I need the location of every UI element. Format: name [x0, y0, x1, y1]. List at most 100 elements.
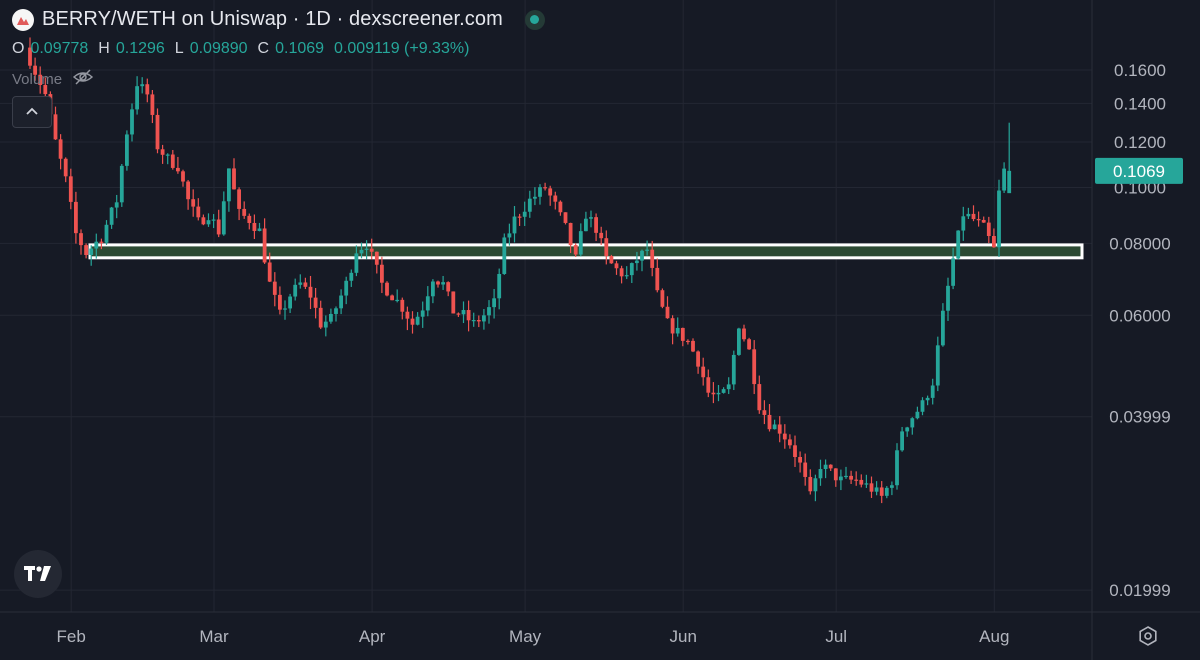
open-value: 0.09778	[30, 40, 89, 57]
candle-body	[706, 377, 711, 393]
candle-body	[640, 250, 644, 261]
candle-body	[313, 297, 318, 308]
candle-body	[104, 224, 109, 243]
candle-body	[165, 154, 170, 156]
candle-body	[420, 310, 425, 317]
candle-body	[84, 245, 88, 255]
candle-body	[976, 219, 981, 221]
x-tick-label: Apr	[359, 627, 386, 646]
candle	[451, 291, 456, 314]
candle-body	[879, 487, 884, 496]
candle-body	[558, 201, 563, 213]
candle-body	[981, 219, 986, 223]
candle-body	[257, 228, 262, 231]
volume-label: Volume	[12, 70, 63, 88]
candle-body	[446, 282, 451, 292]
candle-body	[895, 450, 899, 486]
candle-body	[731, 354, 736, 385]
candle-body	[527, 198, 532, 212]
candle-body	[130, 109, 134, 135]
candle-body	[833, 468, 838, 481]
candle-body	[114, 202, 119, 208]
y-tick-label: 0.1400	[1114, 94, 1166, 113]
candle-body	[680, 327, 685, 341]
candle-body	[788, 439, 792, 446]
candle-body	[992, 236, 996, 248]
candle-body	[568, 222, 573, 246]
candle-body	[935, 345, 940, 386]
y-tick-label: 0.01999	[1109, 581, 1170, 600]
candle-body	[884, 487, 889, 496]
candle-body	[140, 84, 145, 87]
eye-slash-icon[interactable]	[72, 68, 94, 90]
candle-body	[227, 168, 231, 202]
candle-body	[461, 310, 466, 315]
support-zone	[88, 243, 1084, 260]
live-status-dot-icon	[524, 9, 545, 30]
candle-body	[303, 282, 308, 287]
candle-body	[359, 249, 364, 254]
close-label: C	[257, 40, 270, 57]
candle-body	[410, 318, 415, 325]
low-value: 0.09890	[189, 40, 248, 57]
candle-body	[716, 392, 721, 395]
candle-body	[747, 339, 751, 350]
collapse-panel-button[interactable]	[12, 96, 52, 128]
candle-body	[874, 487, 879, 492]
candle-body	[252, 222, 257, 231]
candle-body	[415, 316, 420, 325]
candle-body	[844, 475, 848, 478]
candle	[385, 281, 389, 297]
candle-body	[691, 340, 695, 352]
candle-body	[298, 282, 303, 285]
candle-body	[206, 220, 211, 225]
candle-body	[68, 176, 73, 202]
candlestick-chart[interactable]: 0.16000.14000.12000.10000.080000.060000.…	[0, 0, 1200, 660]
candle-body	[655, 267, 660, 291]
candle-body	[721, 389, 726, 393]
candle-body	[318, 307, 323, 328]
x-tick-label: Jul	[825, 627, 847, 646]
candle-body	[125, 134, 129, 166]
candle-body	[752, 349, 757, 385]
candle-body	[629, 263, 634, 276]
candle-body	[405, 311, 410, 319]
high-value: 0.1296	[115, 40, 165, 57]
y-tick-label: 0.03999	[1109, 408, 1170, 427]
candle-body	[283, 308, 287, 310]
candle-body	[79, 233, 83, 246]
candle-body	[548, 188, 553, 196]
candle-body	[288, 296, 292, 309]
candle-body	[349, 272, 354, 281]
candle-body	[441, 282, 445, 285]
candle-body	[890, 485, 894, 488]
candle-body	[915, 411, 920, 419]
y-tick-label: 0.06000	[1109, 306, 1170, 325]
candle-body	[864, 483, 869, 485]
chart-settings-button[interactable]	[1136, 624, 1160, 648]
open-label: O	[12, 40, 25, 57]
candle-body	[793, 445, 797, 457]
candle-body	[211, 219, 216, 221]
candle-body	[186, 181, 190, 200]
candle-body	[1007, 170, 1012, 194]
candle-body	[390, 295, 394, 301]
candle-body	[344, 280, 349, 296]
candle-body	[772, 424, 777, 430]
tradingview-logo-icon[interactable]	[14, 550, 62, 598]
candle-body	[308, 286, 313, 298]
candle-body	[517, 216, 522, 218]
candle-body	[278, 294, 282, 310]
candle-body	[119, 165, 124, 203]
candle-body	[849, 475, 853, 480]
candle	[660, 288, 665, 309]
candle-body	[900, 431, 904, 451]
candle-body	[425, 296, 430, 311]
candle	[125, 130, 129, 171]
candle-body	[686, 340, 690, 343]
candle-body	[145, 84, 150, 95]
candle-body	[808, 476, 813, 492]
candle-body	[181, 171, 185, 182]
candle-body	[839, 476, 843, 481]
candle-body	[487, 307, 491, 316]
